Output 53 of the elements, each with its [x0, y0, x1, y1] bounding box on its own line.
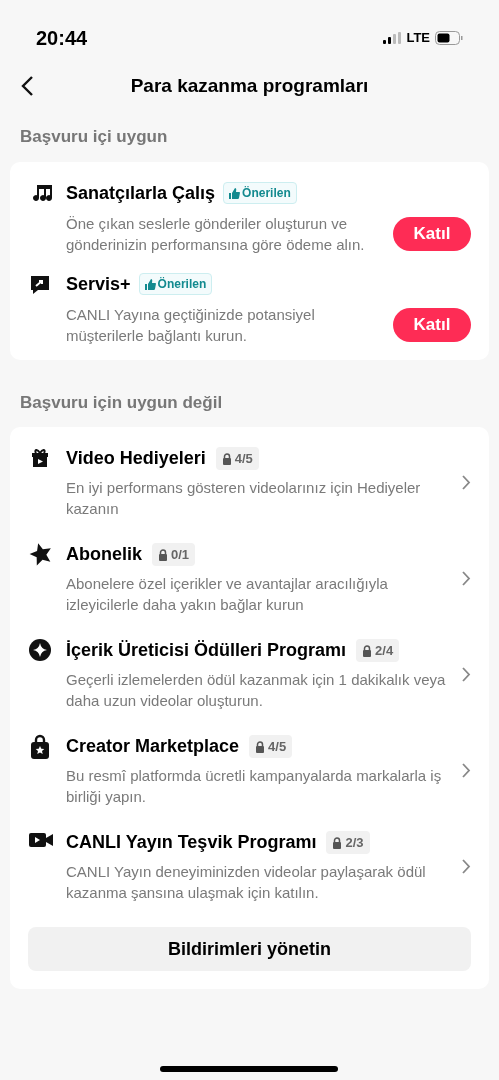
program-description: Geçerli izlemelerden ödül kazanmak için 1 dakikalık veya daha uzun videolar oluşturun.	[66, 670, 447, 711]
progress-badge: 4/5	[215, 446, 259, 471]
chevron-right-icon	[462, 570, 471, 586]
chevron-right-icon	[462, 762, 471, 778]
battery-icon	[435, 31, 463, 45]
program-title: Video Hediyeleri	[66, 447, 206, 470]
program-title: Servis+	[66, 272, 131, 296]
thumbs-up-icon	[144, 278, 156, 290]
signal-icon	[383, 32, 402, 44]
sparkle-icon	[28, 638, 52, 662]
manage-notifications-button[interactable]: Bildirimleri yönetin	[28, 927, 471, 971]
recommended-badge: Önerilen	[223, 182, 297, 204]
progress-badge: 2/4	[356, 638, 400, 663]
program-row[interactable]: İçerik Üreticisi Ödülleri Programı 2/4 Geçerli izlemelerden ödül kazanmak için 1 dakikalık veya daha uzun videolar oluşturun.	[28, 637, 471, 711]
lock-icon	[255, 740, 266, 753]
section-heading: Başvuru içi uygun	[19, 126, 169, 148]
program-description: En iyi performans gösteren videolarınız için Hediyeler kazanın	[66, 478, 422, 519]
back-icon	[20, 75, 34, 97]
star-icon	[28, 542, 54, 566]
program-description: Abonelere özel içerikler ve avantajlar aracılığıyla izleyicilerle daha yakın bağlar kurun	[66, 574, 389, 615]
join-button[interactable]: Katıl	[393, 216, 471, 251]
recommended-badge: Önerilen	[138, 273, 213, 295]
program-description: Bu resmî platformda ücretli kampanyalarda markalarla iş birliği yapın.	[66, 766, 443, 807]
program-row[interactable]: Video Hediyeleri 4/5 En iyi performans gösteren videolarınız için Hediyeler kazanın	[28, 445, 471, 519]
section-heading: Başvuru için uygun değil	[19, 391, 224, 414]
chevron-right-icon	[462, 858, 471, 874]
program-description: Öne çıkan seslerle gönderiler oluşturun ve gönderinizin performansına göre ödeme alın.	[66, 213, 366, 255]
program-description: CANLI Yayın deneyiminizden videolar paylaşarak ödül kazanma şansına ulaşmak için katılın.	[66, 862, 427, 903]
program-row[interactable]: Creator Marketplace 4/5 Bu resmî platformda ücretli kampanyalarda markalarla iş birliği yapın.	[28, 733, 471, 807]
program-title: Creator Marketplace	[66, 735, 240, 758]
program-description: CANLI Yayına geçtiğinizde potansiyel müşterilerle bağlantı kurun.	[66, 304, 316, 346]
status-time: 20:44	[36, 26, 88, 51]
thumbs-up-icon	[229, 187, 241, 199]
lock-icon	[332, 836, 343, 849]
join-button[interactable]: Katıl	[393, 307, 471, 342]
lock-icon	[221, 452, 232, 465]
program-title: Abonelik	[66, 543, 142, 566]
lock-icon	[362, 644, 373, 657]
program-title: CANLI Yayın Teşvik Programı	[66, 831, 317, 854]
progress-badge: 4/5	[249, 734, 293, 759]
page-title: Para kazanma programları	[130, 73, 369, 98]
network-label: LTE	[406, 29, 430, 48]
program-title: İçerik Üreticisi Ödülleri Programı	[66, 639, 347, 662]
progress-badge: 2/3	[326, 830, 370, 855]
lock-icon	[158, 548, 168, 561]
video-camera-icon	[28, 830, 54, 850]
chevron-right-icon	[462, 474, 471, 490]
program-title: Sanatçılarla Çalış	[66, 181, 216, 205]
progress-badge: 0/1	[152, 542, 196, 567]
chevron-right-icon	[462, 666, 471, 682]
shopping-bag-icon	[28, 734, 52, 760]
program-row[interactable]: Abonelik 0/1 Abonelere özel içerikler ve avantajlar aracılığıyla izleyicilerle daha yakın bağlar kurun	[28, 541, 471, 615]
program-row[interactable]: CANLI Yayın Teşvik Programı 2/3 CANLI Yayın deneyiminizden videolar paylaşarak ödül kazanma şansına ulaşmak için katılın.	[28, 829, 471, 903]
